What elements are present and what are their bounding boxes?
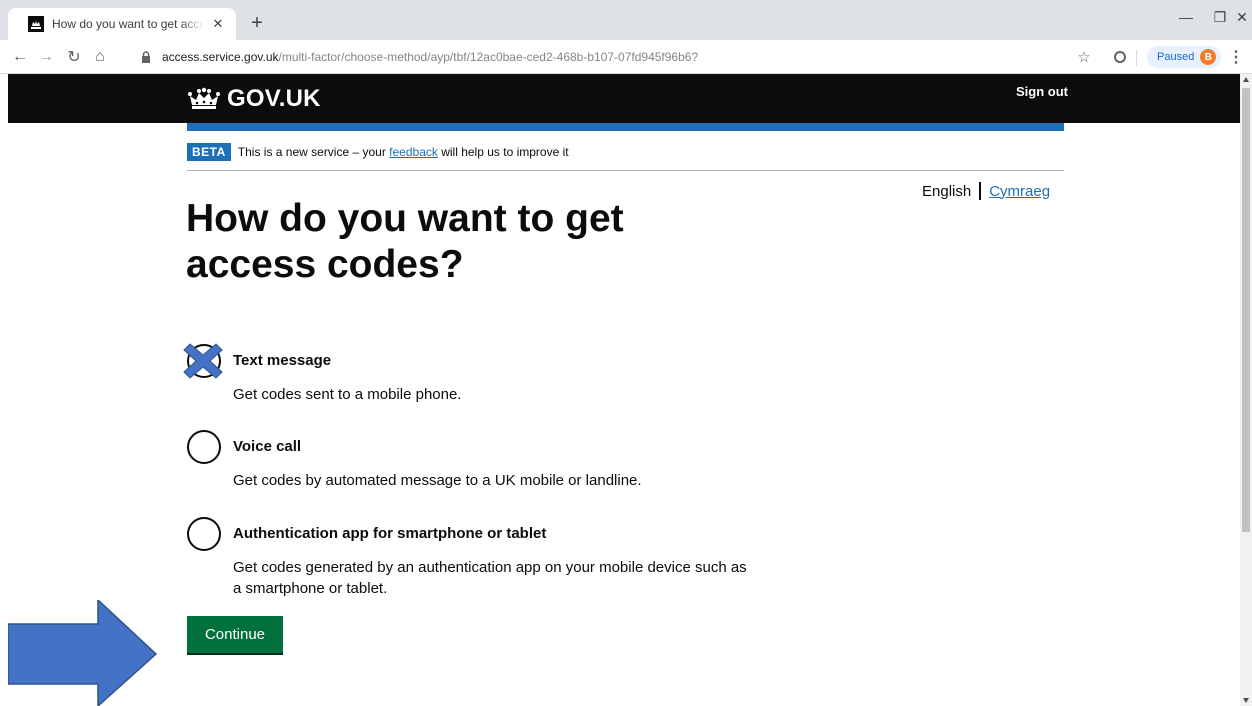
scroll-down-icon[interactable] (1243, 698, 1249, 703)
language-toggle: English Cymraeg (922, 182, 1050, 200)
beta-tag: BETA (187, 143, 231, 161)
radio-button[interactable] (187, 517, 221, 551)
phase-banner: BETA This is a new service – your feedba… (187, 143, 569, 161)
star-icon[interactable]: ☆ (1072, 45, 1096, 69)
radio-label[interactable]: Voice call (233, 438, 301, 455)
profile-status: Paused (1157, 51, 1195, 63)
language-current: English (922, 182, 972, 200)
radio-hint: Get codes sent to a mobile phone. (233, 386, 462, 403)
url-path: /multi-factor/choose-method/ayp/tbf/12ac… (278, 50, 699, 64)
header-blue-bar (187, 123, 1064, 131)
close-icon[interactable]: ✕ (210, 16, 226, 32)
language-divider (979, 182, 982, 200)
govuk-logo[interactable]: GOV.UK (187, 85, 321, 113)
govuk-favicon-icon (28, 16, 44, 32)
beta-text-after: will help us to improve it (437, 145, 569, 159)
more-menu-icon[interactable]: ⋮ (1228, 45, 1244, 69)
annotation-cross-icon (183, 343, 223, 379)
toolbar-separator (1136, 50, 1137, 66)
radio-label[interactable]: Text message (233, 352, 331, 369)
banner-divider (187, 170, 1064, 171)
beta-text-before: This is a new service – your (237, 145, 390, 159)
reload-icon[interactable]: ↻ (62, 45, 86, 69)
new-tab-button[interactable]: + (244, 10, 270, 36)
radio-hint: Get codes by automated message to a UK m… (233, 472, 642, 489)
scroll-up-icon[interactable] (1243, 77, 1249, 82)
browser-tab-strip: How do you want to get access codes? ✕ +… (0, 0, 1252, 40)
language-cymraeg-link[interactable]: Cymraeg (989, 183, 1050, 200)
logo-text: GOV.UK (227, 85, 321, 112)
tab-title: How do you want to get access codes? (52, 17, 204, 31)
feedback-link[interactable]: feedback (389, 145, 438, 159)
home-icon[interactable]: ⌂ (88, 45, 112, 69)
browser-tab[interactable]: How do you want to get access codes? ✕ (8, 8, 236, 40)
url-host: access.service.gov.uk (162, 50, 279, 64)
continue-button[interactable]: Continue (187, 616, 283, 653)
browser-toolbar: ← → ↻ ⌂ access.service.gov.uk/multi-fact… (0, 40, 1252, 74)
radio-hint: Get codes generated by an authentication… (233, 559, 747, 597)
avatar: B (1200, 49, 1217, 65)
radio-label[interactable]: Authentication app for smartphone or tab… (233, 525, 546, 542)
govuk-header: GOV.UK Sign out (8, 74, 1240, 123)
profile-button[interactable]: Paused B (1147, 46, 1221, 68)
annotation-arrow-icon (8, 600, 158, 706)
sign-out-link[interactable]: Sign out (1016, 84, 1068, 99)
lock-icon (140, 51, 152, 63)
window-close-icon[interactable]: ✕ (1220, 0, 1252, 34)
forward-icon[interactable]: → (34, 45, 58, 69)
address-bar[interactable]: access.service.gov.uk/multi-factor/choos… (140, 45, 1100, 69)
radio-button[interactable] (187, 430, 221, 464)
extension-icon[interactable] (1108, 45, 1132, 69)
page-title: How do you want to get access codes? (186, 197, 624, 286)
scroll-thumb[interactable] (1242, 88, 1250, 532)
crown-icon (188, 87, 220, 109)
page-scrollbar[interactable] (1240, 74, 1252, 706)
back-icon[interactable]: ← (8, 45, 32, 69)
